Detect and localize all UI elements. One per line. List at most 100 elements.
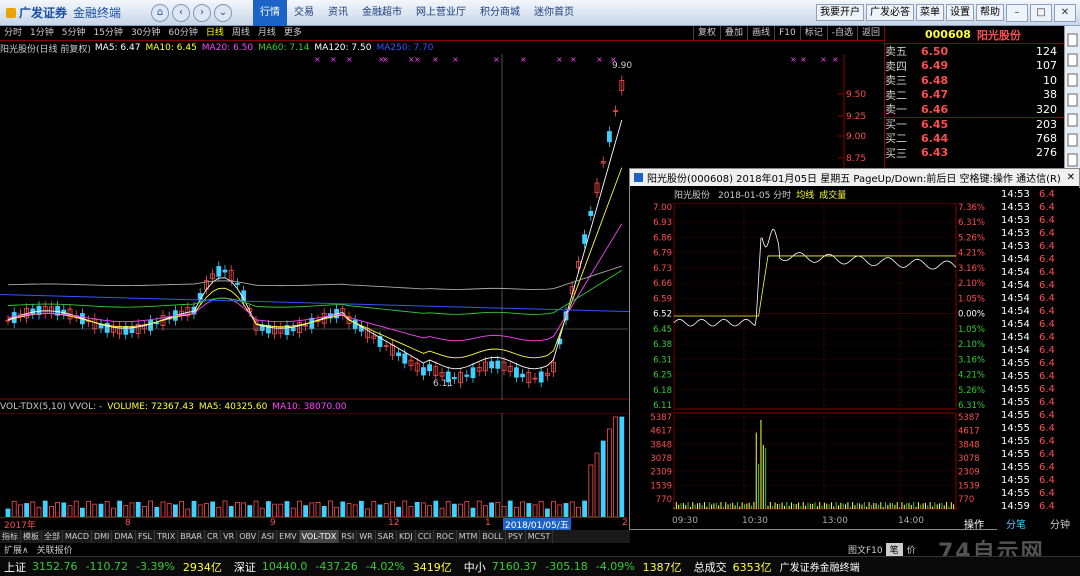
tick-row: 14:55 6.4 <box>997 487 1080 500</box>
indicator-tab-15[interactable]: RSI <box>339 530 358 543</box>
indicator-tab-5[interactable]: DMA <box>112 530 136 543</box>
indicator-tab-16[interactable]: WR <box>357 530 376 543</box>
volume-bar <box>396 506 402 517</box>
indicator-tab-20[interactable]: ROC <box>434 530 457 543</box>
forward-icon[interactable]: › <box>193 3 212 22</box>
menu-button[interactable]: 菜单 <box>916 4 944 21</box>
tool-button-2[interactable]: 画线 <box>747 26 774 40</box>
menu-3[interactable]: 金融超市 <box>355 0 409 26</box>
indicator-tab-14[interactable]: VOL-TDX <box>299 530 340 543</box>
order-level-price: 6.45 <box>921 117 949 131</box>
indicator-tab-17[interactable]: SAR <box>376 530 397 543</box>
indicator-tab-3[interactable]: MACD <box>63 530 92 543</box>
tool-button-3[interactable]: F10 <box>774 26 800 40</box>
help-button[interactable]: 帮助 <box>976 4 1004 21</box>
indicator-tab-12[interactable]: ASI <box>259 530 278 543</box>
tool-button-5[interactable]: -自选 <box>826 26 857 40</box>
intraday-chart[interactable]: 7.00 7.36% 6.93 6.31% 6.86 5.26% 6.79 4.21% 6.73… <box>630 203 998 531</box>
volume-bar <box>42 500 48 517</box>
tab-operation[interactable]: 操作 <box>958 516 990 531</box>
indicator-tab-6[interactable]: FSL <box>136 530 155 543</box>
indicator-tab-10[interactable]: VR <box>221 530 238 543</box>
side-toolbar-icons[interactable] <box>1065 26 1080 176</box>
volume-chart[interactable] <box>0 413 630 517</box>
maximize-icon[interactable]: □ <box>1030 3 1052 22</box>
popup-titlebar[interactable]: 阳光股份(000608) 2018年01月05日 星期五 PageUp/Down… <box>630 169 1079 186</box>
ma120-value: MA120: 7.50 <box>314 43 372 53</box>
date-month-2: 2 <box>622 518 628 528</box>
intraday-price-tick: 6.25 <box>653 371 672 381</box>
menu-0[interactable]: 行情 <box>253 0 288 26</box>
indicator-tab-21[interactable]: MTM <box>457 530 481 543</box>
tool-button-1[interactable]: 叠加 <box>720 26 747 40</box>
indicator-tab-19[interactable]: CCI <box>416 530 435 543</box>
popup-close-icon[interactable]: ✕ <box>1067 172 1075 183</box>
indicator-tab-4[interactable]: DMI <box>92 530 113 543</box>
price-tick-0: 9.50 <box>846 90 866 100</box>
tab-tick[interactable]: 分笔 <box>1000 516 1032 531</box>
back-icon[interactable]: ‹ <box>172 3 191 22</box>
minimize-icon[interactable]: – <box>1006 3 1028 22</box>
period-tab-5[interactable]: 60分钟 <box>164 26 201 40</box>
ma20-line <box>7 223 623 342</box>
date-month-9: 9 <box>270 518 276 528</box>
volume-bar <box>129 502 135 517</box>
close-icon[interactable]: ✕ <box>1054 3 1076 22</box>
open-account-button[interactable]: 我要开户 <box>816 4 864 21</box>
indicator-tab-11[interactable]: OBV <box>237 530 260 543</box>
tool-button-0[interactable]: 复权 <box>693 26 720 40</box>
period-tab-4[interactable]: 30分钟 <box>127 26 164 40</box>
indicator-tab-9[interactable]: CR <box>205 530 222 543</box>
intraday-vol-tick-right: 5387 <box>958 413 980 423</box>
period-tab-3[interactable]: 15分钟 <box>89 26 126 40</box>
volume-bar <box>340 501 346 517</box>
expand-bar: 扩展∧ 关联报价 <box>0 543 630 556</box>
intraday-pct-tick: 1.05% <box>958 294 985 304</box>
faq-button[interactable]: 广发必答 <box>866 4 914 21</box>
tab-price[interactable]: 价 <box>903 543 920 556</box>
event-marker: × <box>790 55 797 64</box>
indicator-tab-24[interactable]: MCST <box>526 530 554 543</box>
intraday-vol-tick: 2309 <box>650 468 672 478</box>
period-bar: 分时 1分钟 5分钟 15分钟 30分钟 60分钟 日线 周线 月线 更多 复权 叠加 画线 F10 标记… <box>0 26 884 41</box>
indicator-tab-8[interactable]: BRAR <box>178 530 206 543</box>
period-tab-1[interactable]: 1分钟 <box>26 26 58 40</box>
volume-bar <box>538 500 544 517</box>
indicator-tab-23[interactable]: PSY <box>506 530 526 543</box>
tick-price: 6.4 <box>1039 462 1055 473</box>
period-tab-9[interactable]: 更多 <box>280 26 306 40</box>
menu-6[interactable]: 迷你首页 <box>527 0 581 26</box>
volume-bar <box>551 500 556 517</box>
related-quote-button[interactable]: 关联报价 <box>33 543 77 556</box>
collapse-icon[interactable]: ⌄ <box>214 3 233 22</box>
period-tab-0[interactable]: 分时 <box>0 26 26 40</box>
home-icon[interactable]: ⌂ <box>151 3 170 22</box>
menu-1[interactable]: 交易 <box>287 0 321 26</box>
tab-ticks[interactable]: 笔 <box>885 543 903 556</box>
indicator-tab-0[interactable]: 指标 <box>0 530 21 543</box>
indicator-tab-13[interactable]: EMV <box>277 530 300 543</box>
tab-f10[interactable]: 图文F10 <box>845 543 886 556</box>
tab-minute[interactable]: 分钟 <box>1048 516 1072 531</box>
indicator-tab-2[interactable]: 全部 <box>42 530 63 543</box>
tool-button-6[interactable]: 返回 <box>856 26 884 40</box>
tick-time: 14:54 <box>1001 254 1030 265</box>
period-tab-7[interactable]: 周线 <box>228 26 254 40</box>
period-tab-6[interactable]: 日线 <box>202 26 228 40</box>
expand-button[interactable]: 扩展∧ <box>0 543 33 556</box>
volume-bar <box>30 501 36 517</box>
zx-index-value: 7160.37 <box>491 560 538 573</box>
tool-button-4[interactable]: 标记 <box>799 26 827 40</box>
indicator-tab-1[interactable]: 模板 <box>21 530 42 543</box>
menu-4[interactable]: 网上营业厅 <box>409 0 473 26</box>
indicator-tab-18[interactable]: KDJ <box>397 530 416 543</box>
period-tab-8[interactable]: 月线 <box>254 26 280 40</box>
candle <box>358 321 364 337</box>
menu-2[interactable]: 资讯 <box>321 0 355 26</box>
indicator-tab-7[interactable]: TRIX <box>155 530 179 543</box>
intraday-pct-tick: 6.31% <box>958 401 985 411</box>
indicator-tab-22[interactable]: BOLL <box>480 530 506 543</box>
settings-button[interactable]: 设置 <box>946 4 974 21</box>
menu-5[interactable]: 积分商城 <box>473 0 527 26</box>
period-tab-2[interactable]: 5分钟 <box>58 26 90 40</box>
